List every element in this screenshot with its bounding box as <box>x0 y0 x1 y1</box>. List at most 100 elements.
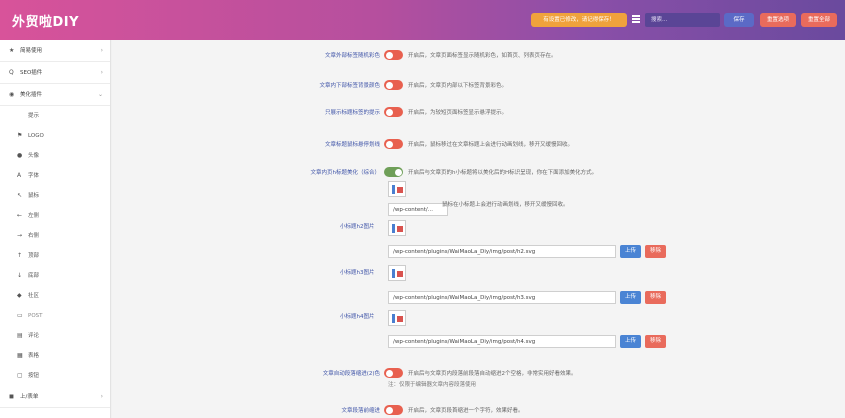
unsaved-notice-badge: 有设置已修改，请记得保存！ <box>531 13 627 27</box>
sidebar-item-top[interactable]: ↑ 顶部 <box>0 246 110 266</box>
sidebar-item-label: 表格 <box>28 353 40 359</box>
flag-icon: ⚑ <box>17 132 23 139</box>
chevron-right-icon: › <box>100 393 103 400</box>
h3-image-path-input[interactable] <box>388 291 616 304</box>
h1-image-path-input[interactable] <box>388 203 448 216</box>
h3-remove-button[interactable]: 移除 <box>645 291 666 304</box>
setting-row: 文章内下部标签背景颜色 开启后，文章页内部以下标签背景彩色。 <box>112 77 845 95</box>
settings-panel: 文章外部标签随机彩色 开启后，文章页面标签显示随机彩色，如首页、列表页存在。 文… <box>112 40 845 418</box>
setting-toggle[interactable] <box>384 139 403 149</box>
post-icon: ▭ <box>17 312 23 319</box>
arrow-down-icon: ↓ <box>17 272 23 279</box>
form-icon: ◼ <box>9 393 14 400</box>
setting-label: 文章自动段落缩进(2)色 <box>322 371 380 377</box>
sidebar-item-seo[interactable]: Q SEO插件 › <box>0 62 110 84</box>
sidebar-item-font[interactable]: A 字体 <box>0 166 110 186</box>
h3-image-thumbnail <box>388 265 406 281</box>
sidebar-item-left[interactable]: ← 左侧 <box>0 206 110 226</box>
sidebar-item-label: 提示 <box>28 113 40 119</box>
chevron-right-icon: › <box>100 47 103 54</box>
sidebar-item-label: 底部 <box>28 273 40 279</box>
palette-icon: ◉ <box>9 91 15 98</box>
setting-description: 开启后与文章页内段落前段落自动缩进2个空格，非常实用好看效果。 <box>408 371 577 377</box>
table-icon: ▦ <box>17 352 23 359</box>
sidebar-item-right[interactable]: → 右侧 <box>0 226 110 246</box>
setting-row: 文章内页h标题美化（综合） 开启后与文章页的h小标题将以美化后的H标识呈现，你在… <box>112 164 845 182</box>
sidebar-item-label: 顶部 <box>28 253 40 259</box>
reset-all-button[interactable]: 重置全部 <box>801 13 837 27</box>
setting-toggle[interactable] <box>384 405 403 415</box>
setting-toggle[interactable] <box>384 50 403 60</box>
sidebar-item-label: 美化插件 <box>20 92 43 98</box>
sidebar-item-label: 字体 <box>28 173 40 179</box>
setting-row: 文章外部标签随机彩色 开启后，文章页面标签显示随机彩色，如首页、列表页存在。 <box>112 47 845 65</box>
setting-description: 开启后与文章页的h小标题将以美化后的H标识呈现，你在下面添加美化方式。 <box>408 170 598 176</box>
arrow-up-icon: ↑ <box>17 252 23 259</box>
sidebar-item-form[interactable]: ◼ 上/表单 › <box>0 386 110 408</box>
sidebar-item-label: 鼠标 <box>28 193 40 199</box>
reset-options-button[interactable]: 重置选项 <box>760 13 796 27</box>
chevron-down-icon: ⌄ <box>97 91 103 98</box>
menu-icon[interactable] <box>632 15 640 23</box>
h2-image-path-input[interactable] <box>388 245 616 258</box>
setting-toggle[interactable] <box>384 368 403 378</box>
setting-label: 文章内下部标签背景颜色 <box>319 83 380 89</box>
sidebar-item-beautify[interactable]: ◉ 美化插件 ⌄ <box>0 84 110 106</box>
sidebar-item-label: LOGO <box>28 133 44 139</box>
top-header: 外贸啦DIY 有设置已修改，请记得保存！ 保存 重置选项 重置全部 <box>0 0 845 40</box>
arrow-right-icon: → <box>17 232 23 239</box>
cursor-icon: ↖ <box>17 192 23 199</box>
setting-description: 开启后，鼠标移过在文章标题上会进行动画划线，移开又缓慢回收。 <box>408 142 574 148</box>
h2-image-thumbnail <box>388 220 406 236</box>
setting-description: 鼠标在小标题上会进行动画划线，移开又缓慢回收。 <box>442 202 569 208</box>
setting-toggle[interactable] <box>384 80 403 90</box>
setting-row: 文章标题鼠标悬停划线 开启后，鼠标移过在文章标题上会进行动画划线，移开又缓慢回收… <box>112 136 845 154</box>
setting-label: 文章标题鼠标悬停划线 <box>324 142 380 148</box>
h1-image-thumbnail <box>388 181 406 197</box>
user-icon: ● <box>17 152 23 159</box>
font-icon: A <box>17 172 22 179</box>
h4-image-label: 小标题h4图片 <box>340 314 375 320</box>
sidebar-item-logo[interactable]: ⚑ LOGO <box>0 126 110 146</box>
sidebar-item-comment[interactable]: ▤ 评论 <box>0 326 110 346</box>
setting-label: 只展示标题标签的提示 <box>324 110 380 116</box>
h2-image-label: 小标题h2图片 <box>340 224 375 230</box>
setting-note: 注：仅限于编辑器文章内容段落使用 <box>388 382 477 388</box>
search-input[interactable] <box>645 13 720 27</box>
sidebar-item-community[interactable]: ◆ 社区 <box>0 286 110 306</box>
setting-label: 文章内页h标题美化（综合） <box>310 170 381 176</box>
setting-description: 开启后，文章页段首缩进一个字符，效果好看。 <box>408 408 524 414</box>
sidebar-item-label: 社区 <box>28 293 40 299</box>
setting-toggle[interactable] <box>384 107 403 117</box>
star-icon: ★ <box>9 47 15 54</box>
h4-image-thumbnail <box>388 310 406 326</box>
setting-row: 文章自动段落缩进(2)色 开启后与文章页内段落前段落自动缩进2个空格，非常实用好… <box>112 365 845 383</box>
sidebar-item-mouse[interactable]: ↖ 鼠标 <box>0 186 110 206</box>
chevron-right-icon: › <box>100 69 103 76</box>
h4-upload-button[interactable]: 上传 <box>620 335 641 348</box>
sidebar-item-avatar[interactable]: ● 头像 <box>0 146 110 166</box>
setting-description: 开启后，文章页内部以下标签背景彩色。 <box>408 83 508 89</box>
setting-toggle[interactable] <box>384 167 403 177</box>
comment-icon: ▤ <box>17 332 23 339</box>
h4-image-path-input[interactable] <box>388 335 616 348</box>
sidebar-item-easy-use[interactable]: ★ 简易使用 › <box>0 40 110 62</box>
save-button[interactable]: 保存 <box>724 13 754 27</box>
sidebar-item-button[interactable]: ▢ 按钮 <box>0 366 110 386</box>
h2-remove-button[interactable]: 移除 <box>645 245 666 258</box>
sidebar-item-post[interactable]: ▭ POST <box>0 306 110 326</box>
arrow-left-icon: ← <box>17 212 23 219</box>
h4-remove-button[interactable]: 移除 <box>645 335 666 348</box>
sidebar-item-bottom[interactable]: ↓ 底部 <box>0 266 110 286</box>
h2-upload-button[interactable]: 上传 <box>620 245 641 258</box>
sidebar-item-label: POST <box>28 313 43 319</box>
sidebar-item-label: SEO插件 <box>20 70 43 76</box>
h3-image-label: 小标题h3图片 <box>340 270 375 276</box>
sidebar-item-tips[interactable]: 提示 <box>0 106 110 126</box>
setting-label: 文章外部标签随机彩色 <box>324 53 380 59</box>
sidebar-item-table[interactable]: ▦ 表格 <box>0 346 110 366</box>
sidebar-item-label: 简易使用 <box>20 48 43 54</box>
sidebar: ★ 简易使用 › Q SEO插件 › ◉ 美化插件 ⌄ 提示 ⚑ LOGO ● 头像 A 字体 ↖… <box>0 40 111 418</box>
h3-upload-button[interactable]: 上传 <box>620 291 641 304</box>
setting-description: 开启后，文章页面标签显示随机彩色，如首页、列表页存在。 <box>408 53 557 59</box>
